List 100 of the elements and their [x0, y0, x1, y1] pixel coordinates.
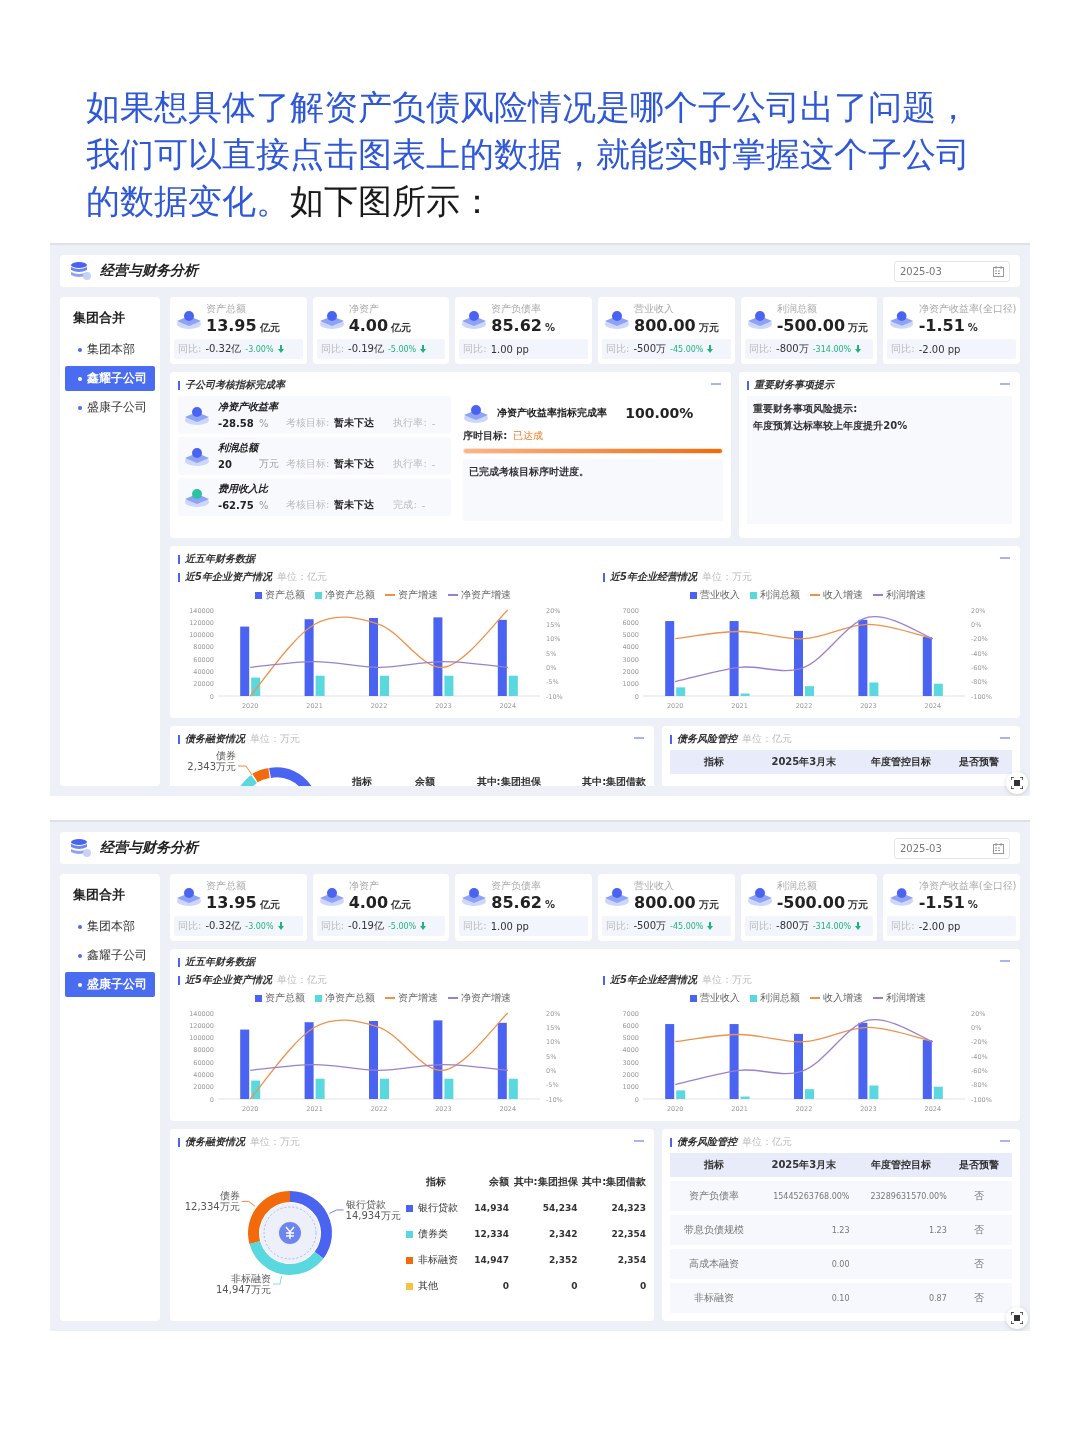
- legend-swatch: [254, 994, 262, 1002]
- kpi-unit: 亿元: [391, 898, 412, 912]
- comparison-percent: -314.00%: [812, 344, 852, 354]
- target-name: 利润总额: [218, 441, 261, 455]
- comparison-delta: -500万: [633, 919, 667, 933]
- comparison-percent: -45.00%: [670, 344, 704, 354]
- kpi-label: 营业收入: [634, 302, 675, 316]
- kpi-value: 800.00: [634, 316, 696, 335]
- comparison-label: 同比:: [178, 919, 202, 933]
- calendar-icon: [993, 842, 1004, 854]
- table-cell-text: 高成本融资: [688, 1257, 741, 1271]
- table-cell-text: 1.23: [927, 1225, 947, 1235]
- table-cell-text: 0.00: [830, 1259, 850, 1269]
- sidebar-item[interactable]: 集团本部: [65, 337, 155, 362]
- date-picker[interactable]: 2025-03: [894, 260, 1010, 282]
- title-accent-bar: [178, 380, 180, 390]
- legend-label: 净资产总额: [324, 588, 375, 602]
- title-accent-bar: [178, 975, 180, 985]
- kpi-unit: 万元: [698, 898, 719, 912]
- fullscreen-button[interactable]: [1006, 772, 1028, 794]
- title-accent-bar: [178, 554, 180, 564]
- comparison-delta: -800万: [776, 919, 809, 933]
- dash-icon: [711, 383, 722, 385]
- note-text: 已完成考核目标序时进度。: [469, 465, 591, 479]
- comparison-delta: -500万: [633, 342, 667, 356]
- table-cell-text: 带息负债规模: [683, 1223, 746, 1237]
- column-header: 是否预警: [958, 1158, 1001, 1172]
- comparison-percent: -3.00%: [245, 344, 274, 354]
- title-accent-bar: [747, 380, 750, 390]
- panel-title: 重要财务事项提示: [754, 378, 835, 392]
- comparison-label: 同比:: [748, 342, 773, 356]
- comparison-delta: -0.19亿: [348, 342, 384, 356]
- panel-title: 近五年财务数据: [185, 955, 255, 969]
- legend-label: 净资产总额: [324, 991, 375, 1005]
- legend-label: 资产增速: [397, 991, 438, 1005]
- comparison-label: 同比:: [320, 342, 345, 356]
- comparison-delta: 1.00 pp: [490, 920, 529, 932]
- kpi-value: -1.51: [918, 316, 965, 335]
- fullscreen-icon: [1011, 1312, 1023, 1324]
- kpi-label: 净资产: [348, 302, 380, 316]
- legend-swatch: [314, 591, 322, 599]
- table-cell-text: 14,947: [473, 1255, 509, 1265]
- legend-label: 利润增速: [885, 991, 926, 1005]
- legend-label: 净资产增速: [460, 991, 511, 1005]
- goal-status: 已达成: [513, 429, 544, 443]
- date-picker[interactable]: 2025-03: [894, 837, 1010, 859]
- table-cell: 债券类: [418, 1227, 448, 1241]
- panel-title: 债务融资情况: [185, 732, 245, 746]
- kpi-label: 净资产: [348, 879, 380, 893]
- dash-icon: [1000, 960, 1010, 962]
- legend-label: 资产总额: [264, 588, 305, 602]
- table-cell-text: 0: [570, 1281, 578, 1291]
- sidebar-item[interactable]: 集团本部: [65, 914, 155, 939]
- column-header: 其中:集团借款: [581, 1175, 647, 1189]
- fullscreen-button[interactable]: [1006, 1307, 1028, 1329]
- table-cell-text: 0: [638, 1281, 647, 1291]
- table-cell: 非标融资: [418, 1253, 458, 1267]
- target-unit: 万元: [259, 457, 280, 471]
- comparison-delta: -2.00 pp: [918, 343, 961, 355]
- target-value: -28.58: [218, 417, 254, 429]
- panel-title: 子公司考核指标完成率: [185, 378, 285, 392]
- target-name: 净资产收益率: [218, 400, 280, 414]
- field-label: 执行率:: [393, 457, 427, 471]
- sidebar-title: 集团合并: [72, 309, 126, 327]
- fullscreen-icon: [1011, 777, 1023, 789]
- kpi-label: 利润总额: [776, 879, 818, 893]
- comparison-percent: -45.00%: [670, 921, 704, 931]
- table-cell-text: 2,354: [616, 1255, 647, 1265]
- kpi-value: 800.00: [634, 893, 696, 912]
- table-cell-text: 2,342: [548, 1229, 578, 1239]
- column-header: 指标: [703, 1158, 726, 1172]
- sidebar-title: 集团合并: [72, 886, 126, 904]
- sidebar-item[interactable]: 鑫耀子公司: [65, 943, 155, 968]
- dash-icon: [1000, 383, 1010, 385]
- kpi-value: 13.95: [206, 893, 257, 912]
- comparison-label: 同比:: [748, 919, 773, 933]
- kpi-value: -1.51: [918, 893, 965, 912]
- table-cell-text: 2,352: [548, 1255, 578, 1265]
- comparison-label: 同比:: [320, 919, 345, 933]
- kpi-value: -500.00: [776, 893, 846, 912]
- table-cell-text: 23289631570.00%: [869, 1191, 947, 1201]
- kpi-unit: %: [967, 899, 978, 910]
- column-header: 年度管控目标: [870, 755, 933, 769]
- sidebar-item[interactable]: 盛康子公司: [65, 972, 155, 997]
- database-icon: [70, 261, 92, 281]
- legend-swatch: [314, 994, 322, 1002]
- column-header: 余额: [488, 1175, 509, 1189]
- legend-label: 收入增速: [822, 991, 863, 1005]
- sidebar-item[interactable]: 鑫耀子公司: [65, 366, 155, 391]
- field-label: 执行率:: [393, 416, 427, 430]
- comparison-label: 同比:: [463, 342, 487, 356]
- sidebar-item[interactable]: 盛康子公司: [65, 395, 155, 420]
- kpi-label: 资产负债率: [491, 879, 543, 893]
- kpi-value: 13.95: [206, 316, 257, 335]
- kpi-unit: %: [544, 322, 555, 333]
- panel-title: 债务风险管控: [677, 732, 738, 746]
- target-value: 20: [218, 458, 233, 470]
- kpi-value: 85.62: [491, 893, 542, 912]
- kpi-unit: 万元: [848, 321, 869, 335]
- column-header: 年度管控目标: [870, 1158, 933, 1172]
